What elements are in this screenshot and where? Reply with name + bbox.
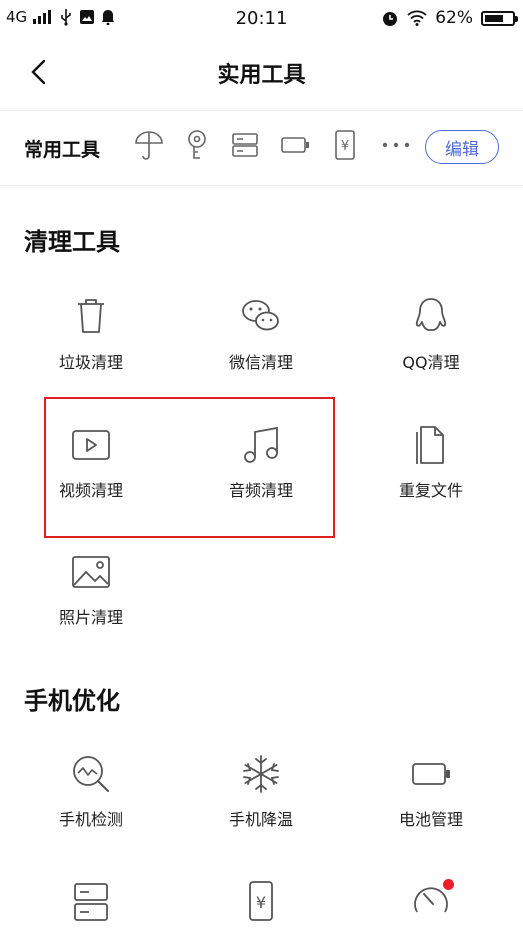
tool-label: 垃圾清理 xyxy=(58,353,123,372)
tool-battery-management[interactable]: 电池管理 xyxy=(344,752,518,830)
tool-storage[interactable] xyxy=(4,880,178,924)
common-tools-label: 常用工具 xyxy=(24,138,101,161)
key-icon[interactable] xyxy=(182,129,212,161)
tool-label: 电池管理 xyxy=(398,810,463,829)
alarm-icon xyxy=(383,12,398,26)
snowflake-icon xyxy=(243,755,279,793)
svg-text:¥: ¥ xyxy=(341,139,349,154)
nav-bar: 实用工具 xyxy=(0,36,523,111)
highlight-box xyxy=(44,397,335,538)
tool-label: 手机降温 xyxy=(228,810,293,829)
tool-label: QQ清理 xyxy=(402,353,460,372)
detect-icon xyxy=(73,756,109,792)
status-bar: 4G 20:11 62% xyxy=(0,0,523,36)
optimize-section-title: 手机优化 xyxy=(24,687,120,715)
page-title: 实用工具 xyxy=(217,63,306,88)
tool-label: 重复文件 xyxy=(398,481,463,500)
edit-button[interactable]: 编辑 xyxy=(425,130,499,164)
payment-icon: ¥ xyxy=(249,881,273,921)
wechat-icon xyxy=(242,300,279,331)
wifi-icon xyxy=(407,10,427,26)
common-tools-icons: ¥ xyxy=(134,129,412,161)
tool-phone-cooling[interactable]: 手机降温 xyxy=(174,752,348,830)
tool-label: 微信清理 xyxy=(228,353,293,372)
tool-wechat-cleanup[interactable]: 微信清理 xyxy=(174,295,348,373)
tool-speed[interactable] xyxy=(344,880,518,924)
tool-qq-cleanup[interactable]: QQ清理 xyxy=(344,295,518,373)
tool-trash-cleanup[interactable]: 垃圾清理 xyxy=(4,295,178,373)
photo-icon xyxy=(72,556,110,588)
tool-payment[interactable]: ¥ xyxy=(174,880,348,924)
cleanup-section-title: 清理工具 xyxy=(24,228,120,256)
svg-text:¥: ¥ xyxy=(256,893,266,912)
tool-label: 照片清理 xyxy=(58,608,123,627)
duplicate-file-icon xyxy=(416,426,444,464)
battery-icon xyxy=(412,763,450,785)
common-tools-row: 常用工具 ¥ 编辑 xyxy=(0,111,523,186)
qq-icon xyxy=(415,298,447,331)
storage-icon xyxy=(74,883,108,921)
battery-percent: 62% xyxy=(435,8,473,28)
tool-phone-check[interactable]: 手机检测 xyxy=(4,752,178,830)
payment-icon[interactable]: ¥ xyxy=(330,129,360,161)
trash-icon xyxy=(78,299,104,333)
status-right: 62% xyxy=(381,8,518,28)
more-icon[interactable] xyxy=(378,129,412,161)
storage-icon[interactable] xyxy=(230,129,260,161)
umbrella-icon[interactable] xyxy=(134,129,164,161)
battery-icon xyxy=(481,10,518,26)
notification-dot xyxy=(443,879,454,890)
tool-photo-cleanup[interactable]: 照片清理 xyxy=(4,550,178,628)
tool-duplicate-files[interactable]: 重复文件 xyxy=(344,423,518,501)
tool-label: 手机检测 xyxy=(58,810,123,829)
battery-icon[interactable] xyxy=(278,129,312,161)
back-arrow-icon[interactable] xyxy=(24,56,56,88)
